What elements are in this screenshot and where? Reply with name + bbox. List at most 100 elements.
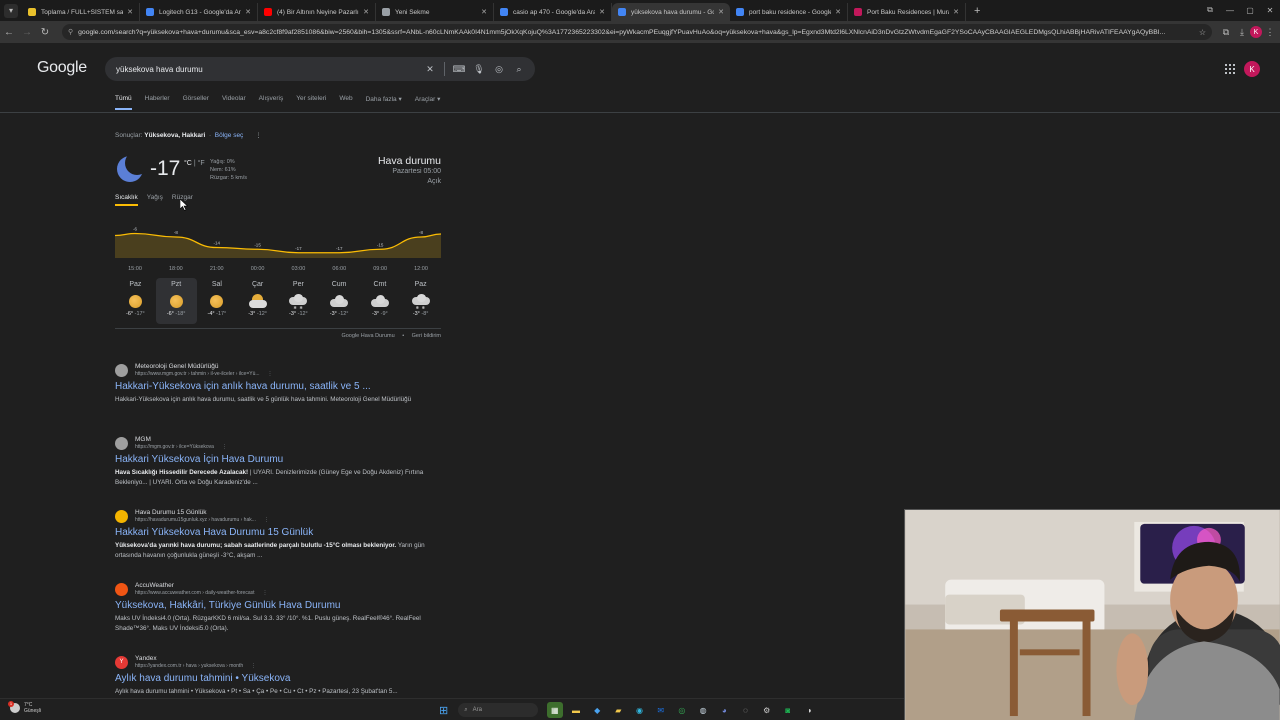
discord-icon[interactable]: ◕ [716,702,732,718]
search-tab[interactable]: Videolar [222,95,246,110]
tab-list-icon[interactable]: ⧉ [1200,0,1220,20]
taskbar-weather-widget[interactable]: 1 7°C Güneşli [8,701,41,714]
result-more-icon[interactable]: ⋮ [268,371,273,377]
reload-icon[interactable]: ↻ [36,23,54,41]
forecast-day[interactable]: Per ❄ ❄ -3° -12° [278,278,319,324]
search-tab[interactable]: Haberler [145,95,170,110]
spotify-icon[interactable]: ◙ [780,702,796,718]
minimize-icon[interactable]: — [1220,0,1240,20]
browser-tab[interactable]: (4) Bir Altının Neyine Pazarlık Y ✕ [258,3,376,21]
tab-close-icon[interactable]: ✕ [481,8,487,16]
result-more-icon[interactable]: ⋮ [222,444,227,450]
folder-icon[interactable]: ▰ [610,702,626,718]
google-logo[interactable]: Google [37,59,87,77]
new-tab-button[interactable]: + [974,5,980,17]
forecast-day[interactable]: Cum -3° -12° [319,278,360,324]
result-url[interactable]: https://www.mgm.gov.tr › tahmin › il-ve-… [135,371,260,377]
address-bar[interactable]: ⚲ google.com/search?q=yüksekova+hava+dur… [62,24,1212,40]
result-url[interactable]: https://yandex.com.tr › hava › yuksekova… [135,663,243,669]
result-title-link[interactable]: Hakkari-Yüksekova için anlık hava durumu… [115,381,445,392]
result-more-icon[interactable]: ⋮ [264,517,269,523]
tab-close-icon[interactable]: ✕ [718,8,724,16]
result-more-icon[interactable]: ⋮ [251,663,256,669]
search-icon[interactable]: ⌕ [509,64,529,75]
clear-search-icon[interactable]: ✕ [420,64,440,75]
download-icon[interactable]: ⤓ [1234,24,1250,40]
result-title-link[interactable]: Aylık hava durumu tahmini • Yüksekova [115,673,445,684]
search-tab[interactable]: Araçlar ▾ [415,95,441,110]
back-icon[interactable]: ← [0,23,18,41]
obs-icon[interactable]: ◑ [801,702,817,718]
result-site-name[interactable]: MGM [135,436,227,444]
search-tab[interactable]: Görseller [183,95,209,110]
result-site-name[interactable]: AccuWeather [135,582,268,590]
browser-tab[interactable]: Yeni Sekme ✕ [376,3,494,21]
search-tab[interactable]: Yer siteleri [296,95,326,110]
tab-close-icon[interactable]: ✕ [127,8,133,16]
tab-close-icon[interactable]: ✕ [835,8,841,16]
more-options-icon[interactable]: ⋮ [255,132,262,139]
keyboard-icon[interactable]: ⌨ [449,64,469,75]
search-tab[interactable]: Web [339,95,352,110]
unit-celsius[interactable]: °C [184,160,192,167]
weather-tab[interactable]: Sıcaklık [115,194,138,206]
windows-start-icon[interactable]: ⊞ [436,702,452,718]
tab-search-icon[interactable]: ▾ [4,3,18,18]
forecast-day[interactable]: Paz -6° -17° [115,278,156,324]
search-tab[interactable]: Tümü [115,95,132,110]
browser-tab[interactable]: Toplama / FULL+SİSTEM sahibi ✕ [22,3,140,21]
search-box[interactable]: yüksekova hava durumu ✕ ⌨ 🎙 ◎ ⌕ [105,57,535,81]
unit-fahrenheit[interactable]: °F [198,160,205,167]
browser-tab[interactable]: Logitech G13 - Google'da Ara ✕ [140,3,258,21]
extensions-icon[interactable]: ⧉ [1218,24,1234,40]
browser-profile-avatar[interactable]: K [1250,26,1262,38]
result-more-icon[interactable]: ⋮ [263,590,268,596]
forecast-day[interactable]: Çar -3° -12° [237,278,278,324]
forecast-day[interactable]: Sal -4° -17° [197,278,238,324]
chrome-icon[interactable]: ◎ [674,702,690,718]
google-apps-icon[interactable] [1225,64,1235,74]
search-input[interactable]: yüksekova hava durumu [116,65,420,74]
forecast-day[interactable]: Pzt -6° -18° [155,278,197,324]
edge-icon[interactable]: ◉ [632,702,648,718]
close-window-icon[interactable]: ✕ [1260,0,1280,20]
result-site-name[interactable]: Hava Durumu 15 Günlük [135,509,269,517]
tab-close-icon[interactable]: ✕ [953,8,959,16]
camera-lens-icon[interactable]: ◎ [489,64,509,75]
search-tab[interactable]: Daha fazla ▾ [366,95,402,110]
google-account-avatar[interactable]: K [1244,61,1260,77]
site-info-icon[interactable]: ⚲ [68,28,73,36]
result-title-link[interactable]: Yüksekova, Hakkâri, Türkiye Günlük Hava … [115,600,445,611]
result-url[interactable]: https://www.accuweather.com › daily-weat… [135,590,255,596]
forecast-day[interactable]: Cmt -3° -9° [360,278,401,324]
store-icon[interactable]: ◆ [589,702,605,718]
tab-close-icon[interactable]: ✕ [599,8,605,16]
search-tab[interactable]: Alışveriş [259,95,284,110]
settings-gear-icon[interactable]: ⚙ [759,702,775,718]
result-url[interactable]: https://havadurumu15gunluk.xyz › havadur… [135,517,256,523]
file-explorer-icon[interactable]: ▬ [568,702,584,718]
choose-region-link[interactable]: Bölge seç [215,132,244,139]
result-title-link[interactable]: Hakkari Yüksekova İçin Hava Durumu [115,454,445,465]
task-view-icon[interactable]: ▦ [546,702,563,718]
browser-tab[interactable]: port baku residence - Google'd ✕ [730,3,848,21]
feedback-link[interactable]: Geri bildirim [412,333,441,339]
microphone-icon[interactable]: 🎙 [469,64,489,75]
google-weather-link[interactable]: Google Hava Durumu [341,333,394,339]
maximize-icon[interactable]: ▢ [1240,0,1260,20]
taskbar-search[interactable]: ⌕ Ara [458,703,539,717]
bookmark-star-icon[interactable]: ☆ [1199,28,1206,37]
result-site-name[interactable]: Meteoroloji Genel Müdürlüğü [135,363,273,371]
result-url[interactable]: https://mgm.gov.tr › ilce=Yüksekova [135,444,214,450]
result-site-name[interactable]: Yandex [135,655,256,663]
tab-close-icon[interactable]: ✕ [245,8,251,16]
forward-icon[interactable]: → [18,23,36,41]
browser-tab[interactable]: casio ap 470 - Google'da Ara ✕ [494,3,612,21]
camera-app-icon[interactable]: ◌ [737,702,753,718]
browser-menu-icon[interactable]: ⋮ [1262,24,1278,40]
result-title-link[interactable]: Hakkari Yüksekova Hava Durumu 15 Günlük [115,527,445,538]
steam-icon[interactable]: ◍ [695,702,711,718]
browser-tab[interactable]: Port Baku Residences | Muradh ✕ [848,3,966,21]
weather-tab[interactable]: Yağış [147,194,163,206]
tab-close-icon[interactable]: ✕ [363,8,369,16]
